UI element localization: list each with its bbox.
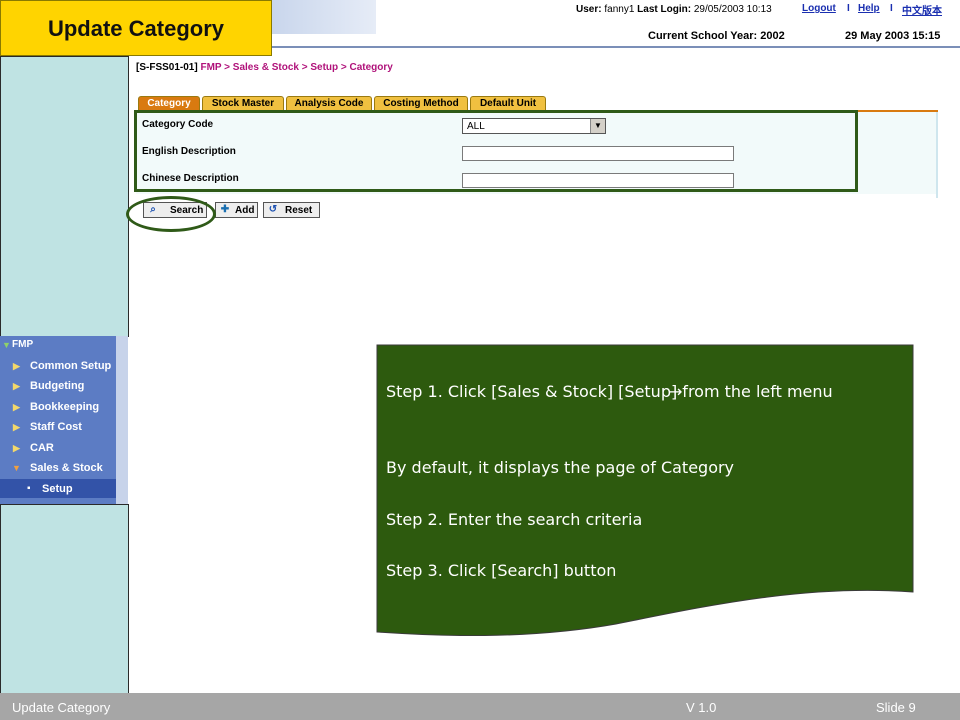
- footer-slide-number: Slide 9: [876, 700, 916, 715]
- add-button-label: Add: [235, 205, 255, 216]
- bullet-icon: ▪: [27, 483, 31, 494]
- play-arrow-icon: ▶: [13, 443, 20, 453]
- play-arrow-icon: ▶: [13, 422, 20, 432]
- chinese-version-link[interactable]: 中文版本: [902, 2, 942, 17]
- sidebar-item-label: CAR: [30, 442, 54, 454]
- play-arrow-icon: ▶: [13, 381, 20, 391]
- last-login-label: Last Login:: [637, 4, 692, 15]
- tab-default-unit[interactable]: Default Unit: [470, 96, 546, 110]
- search-highlight-circle: [126, 196, 216, 232]
- sidebar-item-common-setup[interactable]: ▶ Common Setup: [0, 357, 116, 377]
- user-info: User: fanny1 Last Login: 29/05/2003 10:1…: [576, 4, 772, 15]
- footer-title: Update Category: [12, 700, 111, 715]
- sidebar-item-car[interactable]: ▶ CAR: [0, 439, 116, 459]
- sidebar-item-label: Common Setup: [30, 360, 112, 372]
- play-arrow-icon: ▶: [13, 361, 20, 371]
- sidebar-item-label: Staff Cost: [30, 421, 82, 433]
- right-arrow-icon: →: [669, 382, 683, 401]
- tab-stock-master[interactable]: Stock Master: [202, 96, 284, 110]
- logout-link[interactable]: Logout: [802, 3, 836, 14]
- left-panel-top: [0, 56, 129, 337]
- sidebar-item-setup[interactable]: ▪ Setup: [0, 480, 116, 500]
- add-button[interactable]: ✚ Add: [215, 202, 258, 218]
- sidebar-item-budgeting[interactable]: ▶ Budgeting: [0, 377, 116, 397]
- header-separator: I: [847, 3, 850, 14]
- current-datetime: 29 May 2003 15:15: [845, 30, 941, 42]
- sidebar-item-bookkeeping[interactable]: ▶ Bookkeeping: [0, 398, 116, 418]
- play-arrow-icon: ▶: [13, 402, 20, 412]
- sidebar-item-label: Setup: [42, 483, 73, 495]
- sidebar-item-label: Sales & Stock: [30, 462, 103, 474]
- callout-step-1: Step 1. Click [Sales & Stock] [Setup] fr…: [386, 380, 906, 404]
- school-year: Current School Year: 2002: [648, 30, 785, 42]
- help-link[interactable]: Help: [858, 3, 880, 14]
- screen-code: [S-FSS01-01]: [136, 62, 198, 73]
- callout-step-1-text: Step 1. Click [Sales & Stock] [Setup] fr…: [386, 382, 833, 401]
- expand-arrow-icon: ▼: [12, 463, 21, 473]
- page-title-box: Update Category: [0, 0, 272, 56]
- header-divider: [272, 46, 960, 48]
- tab-costing-method[interactable]: Costing Method: [374, 96, 468, 110]
- form-highlight-frame: [134, 110, 858, 192]
- tab-analysis-code[interactable]: Analysis Code: [286, 96, 372, 110]
- sidebar-item-label: FMP: [12, 339, 34, 350]
- footer-version: V 1.0: [686, 700, 717, 715]
- sidebar-item-sales-stock[interactable]: ▼ Sales & Stock: [0, 459, 116, 479]
- header-logo-stripe: [272, 0, 376, 34]
- sidebar-item-label: Bookkeeping: [30, 401, 100, 413]
- callout-step-2: Step 2. Enter the search criteria: [386, 510, 643, 529]
- callout-default-note: By default, it displays the page of Cate…: [386, 458, 735, 477]
- sidebar-item-fmp[interactable]: ▼ FMP: [0, 336, 116, 356]
- sidebar-item-staff-cost[interactable]: ▶ Staff Cost: [0, 418, 116, 438]
- breadcrumb: [S-FSS01-01] FMP > Sales & Stock > Setup…: [136, 62, 393, 73]
- sidebar-scroll-strip: [116, 336, 128, 504]
- callout-step-3: Step 3. Click [Search] button: [386, 561, 617, 580]
- last-login-value: 29/05/2003 10:13: [693, 4, 772, 15]
- left-panel-bottom: [0, 504, 129, 696]
- page-title: Update Category: [47, 16, 225, 41]
- sidebar-menu: ▼ FMP ▶ Common Setup ▶ Budgeting ▶ Bookk…: [0, 336, 128, 504]
- breadcrumb-trail: FMP > Sales & Stock > Setup > Category: [200, 62, 393, 73]
- reset-button-label: Reset: [285, 205, 313, 216]
- expand-arrow-icon: ▼: [2, 340, 11, 350]
- reset-button[interactable]: ↺ Reset: [263, 202, 320, 218]
- header-separator-2: I: [890, 3, 893, 14]
- user-name: fanny1: [604, 4, 635, 15]
- reset-icon: ↺: [268, 204, 278, 215]
- sidebar-item-label: Budgeting: [30, 380, 85, 392]
- slide-footer: [0, 693, 960, 720]
- user-label: User:: [576, 4, 602, 15]
- add-document-icon: ✚: [220, 204, 230, 215]
- tab-category[interactable]: Category: [138, 96, 200, 110]
- form-right-edge: [936, 112, 938, 198]
